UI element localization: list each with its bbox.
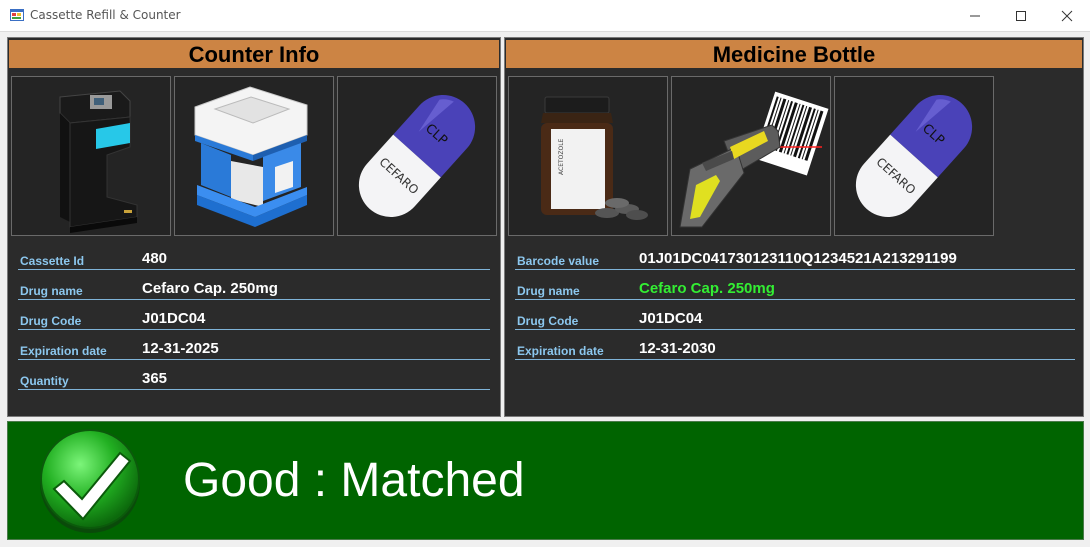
field-label: Cassette Id bbox=[20, 254, 85, 268]
field-quantity: Quantity 365 bbox=[18, 360, 490, 390]
field-value: 12-31-2025 bbox=[142, 340, 219, 357]
app-icon bbox=[10, 9, 24, 21]
field-label: Expiration date bbox=[20, 344, 107, 358]
window-title: Cassette Refill & Counter bbox=[30, 8, 181, 22]
field-label: Barcode value bbox=[517, 254, 600, 268]
barcode-scanner-image bbox=[671, 76, 831, 236]
counter-info-header: Counter Info bbox=[9, 40, 499, 68]
client-area: Counter Info CLP CEFARO Cassette Id 480 … bbox=[0, 32, 1090, 547]
field-drug-code: Drug Code J01DC04 bbox=[515, 300, 1075, 330]
close-button[interactable] bbox=[1044, 0, 1090, 31]
close-icon bbox=[1061, 10, 1073, 21]
divider bbox=[515, 359, 1075, 360]
field-expiration-date: Expiration date 12-31-2030 bbox=[515, 330, 1075, 360]
field-value: Cefaro Cap. 250mg bbox=[142, 280, 278, 297]
field-label: Drug Code bbox=[517, 314, 579, 328]
title-bar[interactable]: Cassette Refill & Counter bbox=[0, 0, 1090, 32]
field-value: 365 bbox=[142, 370, 168, 387]
field-label: Expiration date bbox=[517, 344, 604, 358]
divider bbox=[18, 389, 490, 390]
field-value: 01J01DC041730123110Q1234521A213291199 bbox=[639, 250, 957, 267]
field-expiration-date: Expiration date 12-31-2025 bbox=[18, 330, 490, 360]
field-label: Drug name bbox=[20, 284, 83, 298]
field-value-matched: Cefaro Cap. 250mg bbox=[639, 280, 775, 297]
field-value: J01DC04 bbox=[639, 310, 703, 327]
field-drug-name: Drug name Cefaro Cap. 250mg bbox=[18, 270, 490, 300]
capsule-image: CLP CEFARO bbox=[834, 76, 994, 236]
checkmark-icon bbox=[40, 429, 140, 533]
maximize-icon bbox=[1016, 10, 1026, 21]
minimize-icon bbox=[970, 15, 980, 16]
capsule-image: CLP CEFARO bbox=[337, 76, 497, 236]
field-value: 12-31-2030 bbox=[639, 340, 716, 357]
field-drug-code: Drug Code J01DC04 bbox=[18, 300, 490, 330]
medicine-bottle-panel: Medicine Bottle ACETOZOLE CLP CEFARO Bar… bbox=[504, 37, 1084, 417]
medicine-bottle-image: ACETOZOLE bbox=[508, 76, 668, 236]
field-cassette-id: Cassette Id 480 bbox=[18, 240, 490, 270]
field-label: Drug name bbox=[517, 284, 580, 298]
field-barcode-value: Barcode value 01J01DC041730123110Q123452… bbox=[515, 240, 1075, 270]
field-label: Quantity bbox=[20, 374, 69, 388]
medicine-bottle-header: Medicine Bottle bbox=[506, 40, 1082, 68]
bottle-label-text: ACETOZOLE bbox=[558, 138, 565, 175]
minimize-button[interactable] bbox=[952, 0, 998, 31]
field-value: 480 bbox=[142, 250, 168, 267]
field-value: J01DC04 bbox=[142, 310, 206, 327]
cassette-image bbox=[174, 76, 334, 236]
counting-machine-image bbox=[11, 76, 171, 236]
field-label: Drug Code bbox=[20, 314, 82, 328]
status-text: Good : Matched bbox=[183, 454, 525, 507]
status-panel: Good : Matched bbox=[7, 421, 1084, 540]
maximize-button[interactable] bbox=[998, 0, 1044, 31]
counter-info-panel: Counter Info CLP CEFARO Cassette Id 480 … bbox=[7, 37, 501, 417]
field-drug-name: Drug name Cefaro Cap. 250mg bbox=[515, 270, 1075, 300]
